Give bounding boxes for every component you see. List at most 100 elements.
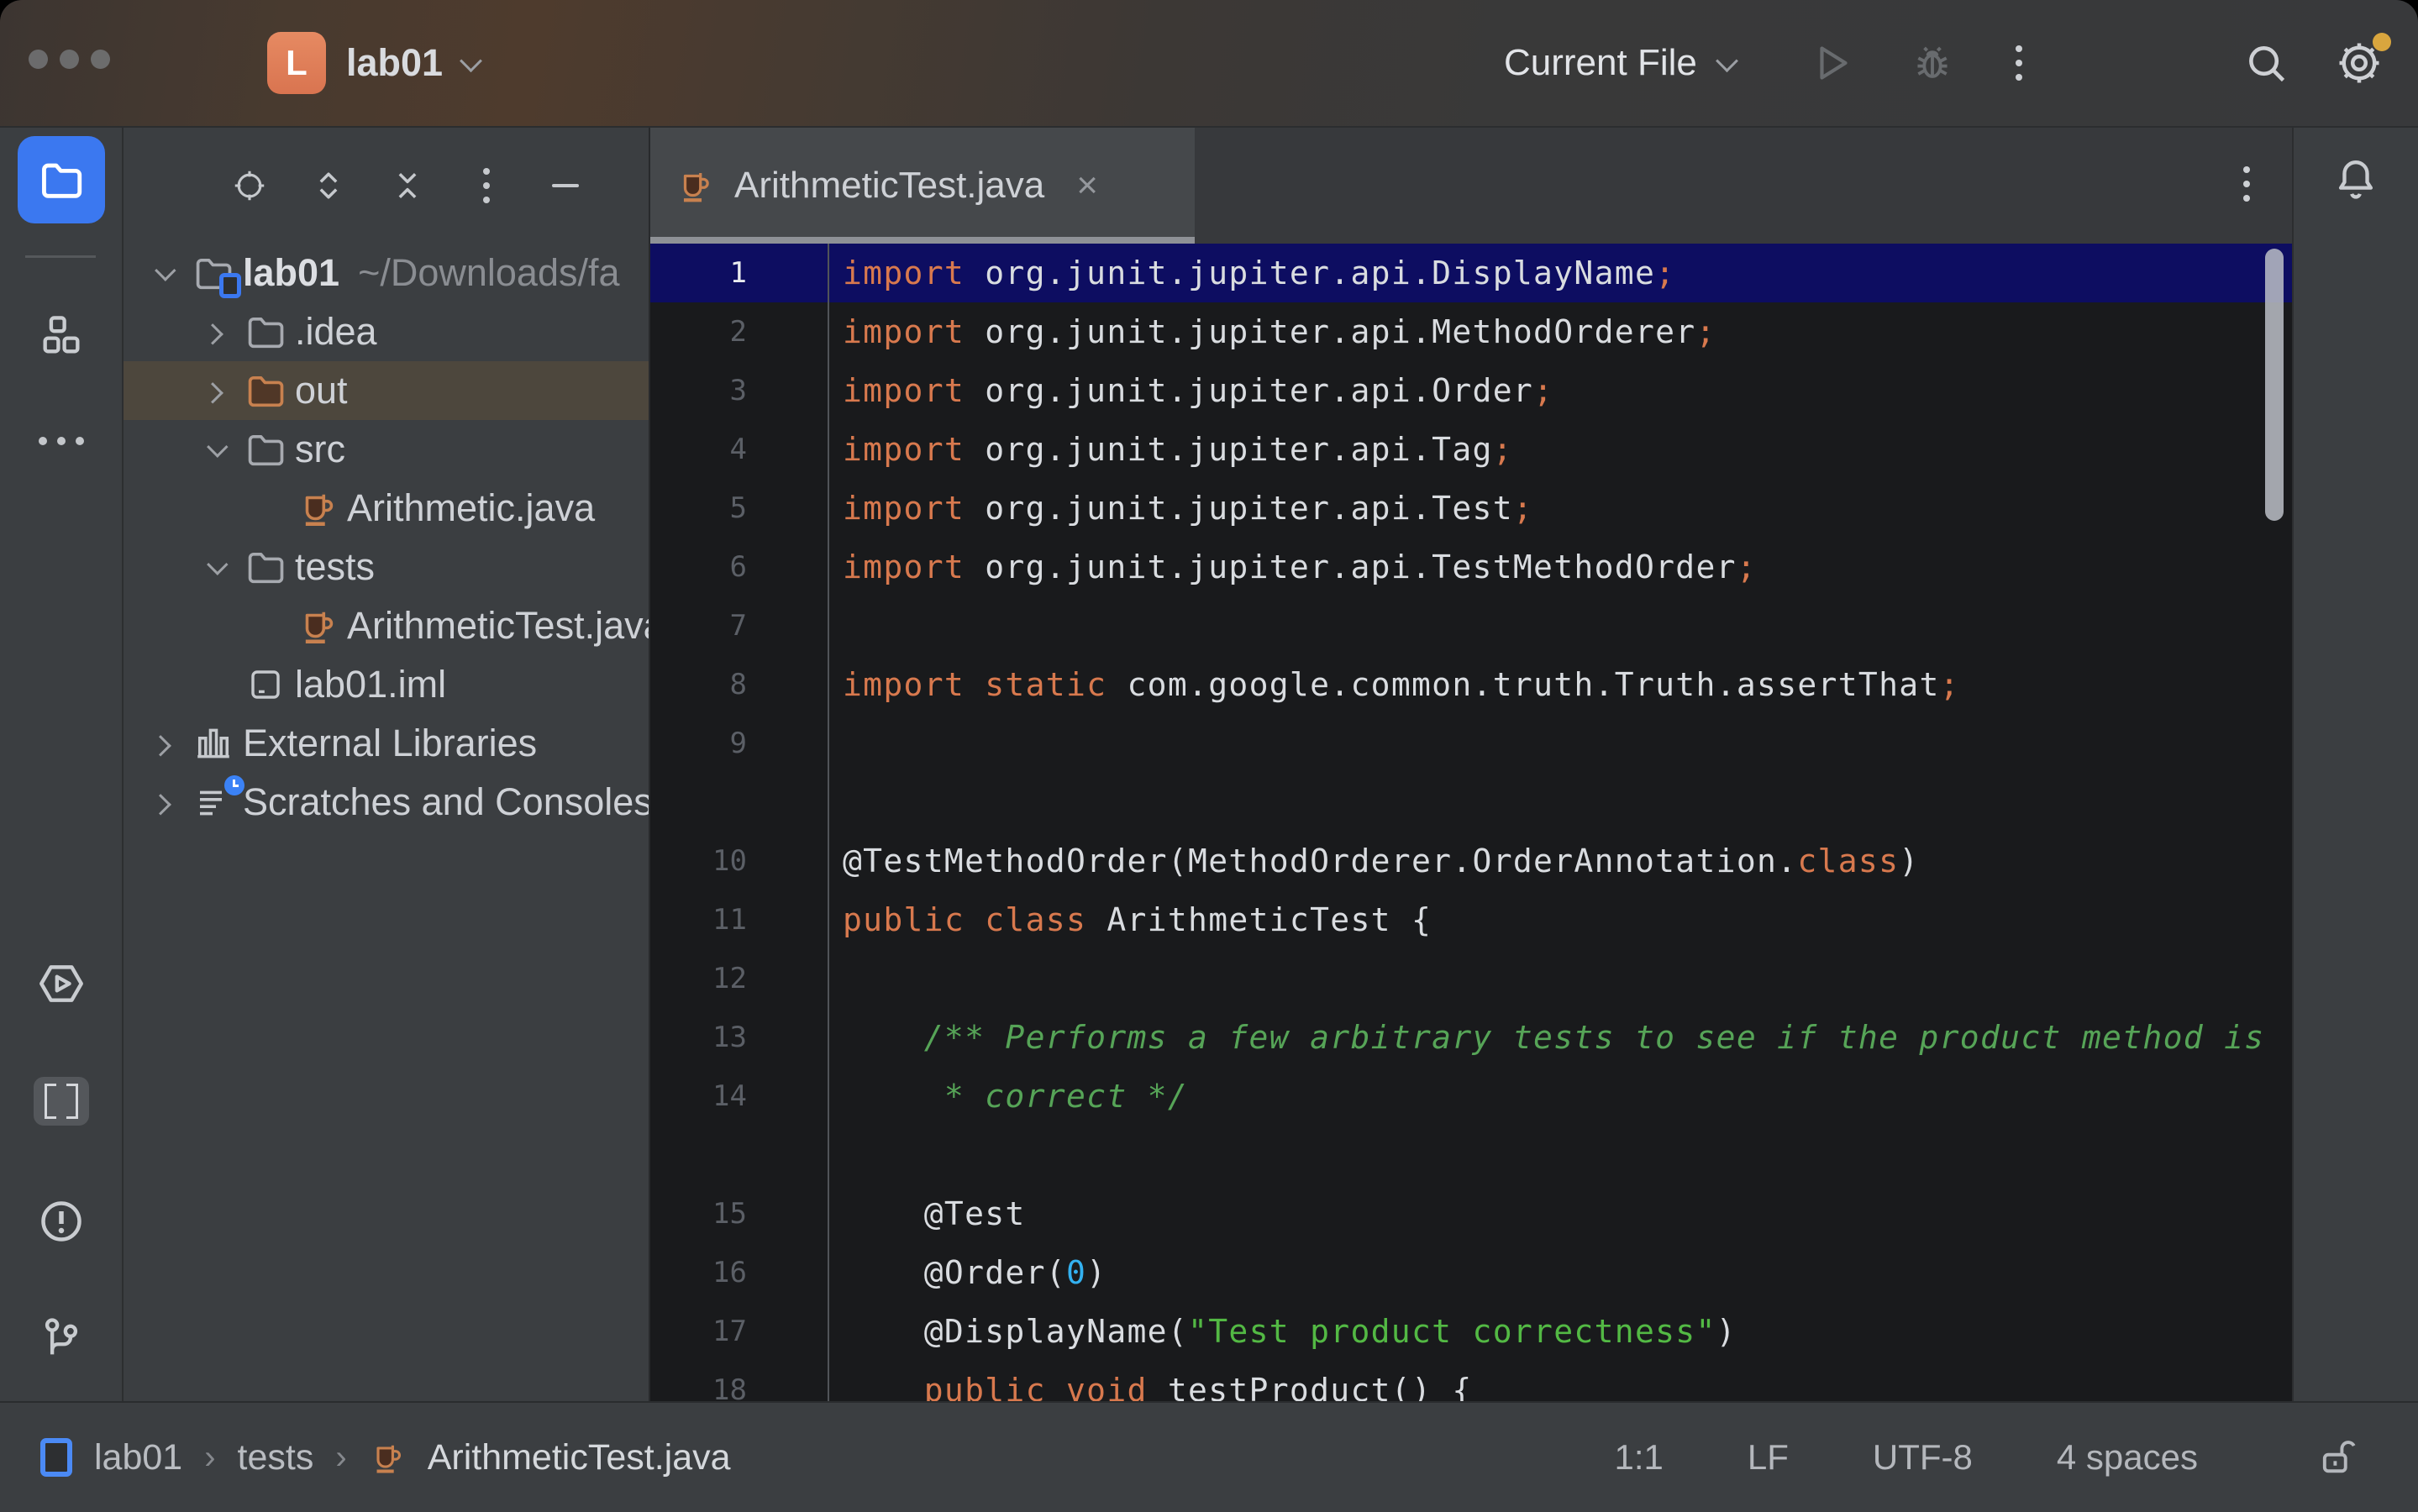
code-line-1[interactable]: 1import org.junit.jupiter.api.DisplayNam… xyxy=(650,244,2294,302)
git-branch-icon[interactable] xyxy=(0,1314,122,1362)
line-number[interactable]: 17 xyxy=(650,1315,828,1348)
code-line-2[interactable]: 2import org.junit.jupiter.api.MethodOrde… xyxy=(650,302,2294,361)
code-text[interactable]: @Order(0) xyxy=(828,1243,2294,1302)
tree-item-idea[interactable]: .idea xyxy=(124,302,649,361)
status-item-4-spaces[interactable]: 4 spaces xyxy=(2057,1437,2198,1478)
settings-icon[interactable] xyxy=(2334,38,2384,88)
code-text[interactable]: @DisplayName("Test product correctness") xyxy=(828,1302,2294,1361)
project-widget[interactable]: L lab01 xyxy=(267,0,479,126)
tree-item-external-libraries[interactable]: External Libraries xyxy=(124,714,649,773)
line-number[interactable]: 6 xyxy=(650,550,828,584)
line-number[interactable]: 11 xyxy=(650,903,828,937)
line-number[interactable]: 12 xyxy=(650,962,828,995)
line-number[interactable]: 2 xyxy=(650,315,828,349)
code-text[interactable]: import org.junit.jupiter.api.Tag; xyxy=(828,420,2294,479)
tree-item-lab01[interactable]: lab01~/Downloads/fa xyxy=(124,244,649,302)
line-number[interactable]: 8 xyxy=(650,668,828,701)
structure-tool-window-button[interactable] xyxy=(0,311,122,360)
code-text[interactable]: import org.junit.jupiter.api.MethodOrder… xyxy=(828,302,2294,361)
line-number[interactable]: 9 xyxy=(650,727,828,760)
code-text[interactable]: import org.junit.jupiter.api.Order; xyxy=(828,361,2294,420)
chevron-right-icon[interactable] xyxy=(191,324,239,339)
code-line-4[interactable]: 4import org.junit.jupiter.api.Tag; xyxy=(650,420,2294,479)
code-text[interactable] xyxy=(828,949,2294,1008)
locate-icon[interactable] xyxy=(231,167,268,204)
status-item-1-1[interactable]: 1:1 xyxy=(1614,1437,1663,1478)
code-text[interactable]: * correct */ xyxy=(828,1067,2294,1126)
code-text[interactable] xyxy=(828,714,2294,773)
run-config-selector[interactable]: Current File xyxy=(1504,42,1697,84)
problems-icon[interactable] xyxy=(0,1196,122,1247)
breadcrumb-item-lab01[interactable]: lab01 xyxy=(94,1437,182,1478)
chevron-down-icon[interactable] xyxy=(191,442,239,457)
tree-item-out[interactable]: out xyxy=(124,361,649,420)
chevron-right-icon[interactable] xyxy=(191,383,239,398)
line-number[interactable]: 18 xyxy=(650,1373,828,1401)
debug-icon[interactable] xyxy=(1910,40,1955,86)
hide-icon[interactable] xyxy=(547,167,584,204)
chevron-down-icon[interactable] xyxy=(191,559,239,575)
window-close-button[interactable] xyxy=(29,50,48,69)
bell-icon[interactable] xyxy=(2294,155,2418,203)
code-line-15[interactable]: 15 @Test xyxy=(650,1184,2294,1243)
code-line-13[interactable]: 13 /** Performs a few arbitrary tests to… xyxy=(650,1008,2294,1067)
line-number[interactable]: 10 xyxy=(650,844,828,878)
code-text[interactable] xyxy=(828,596,2294,655)
line-number[interactable]: 13 xyxy=(650,1021,828,1054)
code-line-3[interactable]: 3import org.junit.jupiter.api.Order; xyxy=(650,361,2294,420)
code-line-12[interactable]: 12 xyxy=(650,949,2294,1008)
chevron-right-icon[interactable] xyxy=(139,795,187,810)
search-icon[interactable] xyxy=(2242,39,2290,87)
more-tool-windows-icon[interactable] xyxy=(0,437,122,445)
more-icon[interactable] xyxy=(468,167,505,204)
line-number[interactable]: 3 xyxy=(650,374,828,407)
status-item-lf[interactable]: LF xyxy=(1748,1437,1789,1478)
code-line-9[interactable]: 9 xyxy=(650,714,2294,773)
vertical-scrollbar[interactable] xyxy=(2265,249,2284,521)
window-minimize-button[interactable] xyxy=(60,50,79,69)
tree-item-scratches-and-consoles[interactable]: Scratches and Consoles xyxy=(124,773,649,832)
code-text[interactable]: @Test xyxy=(828,1184,2294,1243)
brackets-icon[interactable] xyxy=(0,1077,122,1126)
status-item-utf-8[interactable]: UTF-8 xyxy=(1873,1437,1973,1478)
more-icon[interactable] xyxy=(2243,166,2250,202)
code-line-5[interactable]: 5import org.junit.jupiter.api.Test; xyxy=(650,479,2294,538)
code-text[interactable]: public class ArithmeticTest { xyxy=(828,890,2294,949)
tree-item-arithmetictest-java[interactable]: ArithmeticTest.java xyxy=(124,596,649,655)
unlock-icon[interactable] xyxy=(2315,1436,2359,1479)
code-text[interactable]: public void testProduct() { xyxy=(828,1361,2294,1401)
code-line-7[interactable]: 7 xyxy=(650,596,2294,655)
line-number[interactable]: 15 xyxy=(650,1197,828,1231)
code-text[interactable]: import static com.google.common.truth.Tr… xyxy=(828,655,2294,714)
chevron-right-icon[interactable] xyxy=(139,736,187,751)
line-number[interactable]: 5 xyxy=(650,491,828,525)
line-number[interactable]: 7 xyxy=(650,609,828,643)
line-number[interactable]: 16 xyxy=(650,1256,828,1289)
code-text[interactable]: /** Performs a few arbitrary tests to se… xyxy=(828,1008,2294,1067)
code-line-8[interactable]: 8import static com.google.common.truth.T… xyxy=(650,655,2294,714)
code-line-17[interactable]: 17 @DisplayName("Test product correctnes… xyxy=(650,1302,2294,1361)
code-text[interactable]: import org.junit.jupiter.api.TestMethodO… xyxy=(828,538,2294,596)
code-line-14[interactable]: 14 * correct */ xyxy=(650,1067,2294,1126)
expand-all-icon[interactable] xyxy=(310,167,347,204)
run-icon[interactable] xyxy=(1807,39,1854,87)
code-line-16[interactable]: 16 @Order(0) xyxy=(650,1243,2294,1302)
project-tool-window-button[interactable] xyxy=(0,136,122,223)
collapse-all-icon[interactable] xyxy=(389,167,426,204)
tree-item-src[interactable]: src xyxy=(124,420,649,479)
breadcrumb-item-tests[interactable]: tests xyxy=(238,1437,314,1478)
tree-item-tests[interactable]: tests xyxy=(124,538,649,596)
breadcrumb-item-arithmetictest-java[interactable]: ArithmeticTest.java xyxy=(428,1437,731,1478)
code-text[interactable]: import org.junit.jupiter.api.DisplayName… xyxy=(828,244,2294,302)
code-line-10[interactable]: 10@TestMethodOrder(MethodOrderer.OrderAn… xyxy=(650,832,2294,890)
code-text[interactable]: import org.junit.jupiter.api.Test; xyxy=(828,479,2294,538)
code-line-11[interactable]: 11public class ArithmeticTest { xyxy=(650,890,2294,949)
line-number[interactable]: 4 xyxy=(650,433,828,466)
line-number[interactable]: 1 xyxy=(650,256,828,290)
more-icon[interactable] xyxy=(2016,45,2022,81)
window-zoom-button[interactable] xyxy=(91,50,110,69)
code-area[interactable]: 1import org.junit.jupiter.api.DisplayNam… xyxy=(650,244,2294,1401)
services-icon[interactable] xyxy=(0,958,122,1010)
tab-arithmetictest-java[interactable]: ArithmeticTest.java × xyxy=(650,128,1195,244)
line-number[interactable]: 14 xyxy=(650,1079,828,1113)
